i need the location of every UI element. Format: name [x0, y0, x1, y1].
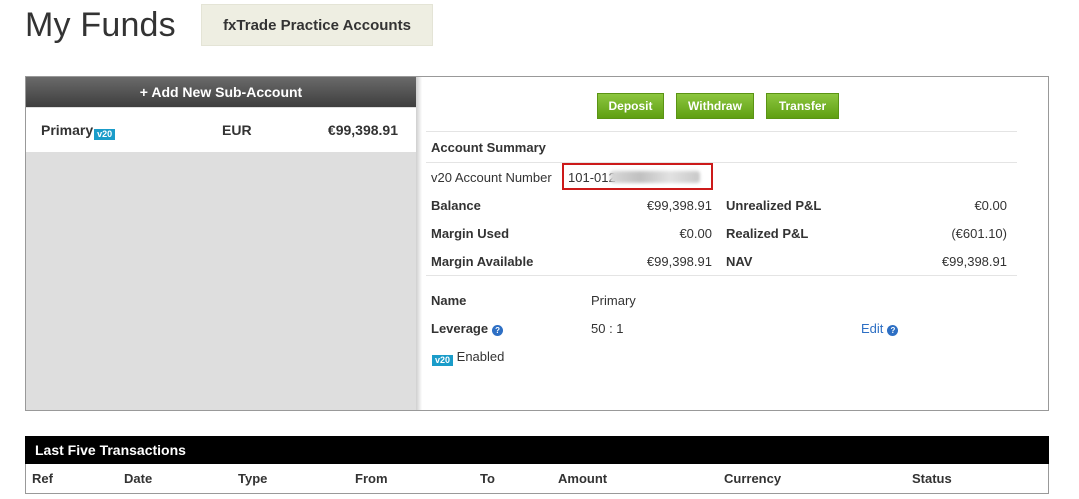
name-value: Primary — [591, 293, 636, 308]
v20-badge-icon: v20 — [432, 355, 454, 366]
column-date: Date — [124, 471, 153, 486]
v20-enabled-status: v20 Enabled — [431, 349, 504, 366]
leverage-label-text: Leverage — [431, 321, 489, 336]
transactions-header-row: Ref Date Type From To Amount Currency St… — [25, 464, 1049, 494]
edit-leverage-link[interactable]: Edit? — [861, 321, 899, 336]
leverage-label: Leverage? — [431, 321, 504, 336]
sub-account-name: Primary v20 — [41, 122, 116, 140]
page-title: My Funds — [25, 6, 176, 44]
account-summary-title: Account Summary — [431, 140, 546, 155]
margin-available-value: €99,398.91 — [646, 254, 712, 269]
practice-accounts-badge: fxTrade Practice Accounts — [201, 4, 433, 46]
leverage-value: 50 : 1 — [591, 321, 624, 336]
realized-pl-value: (€601.10) — [951, 226, 1007, 241]
margin-used-label: Margin Used — [431, 226, 510, 241]
column-from: From — [355, 471, 388, 486]
column-ref: Ref — [32, 471, 53, 486]
transactions-title: Last Five Transactions — [25, 436, 1049, 464]
account-number-highlight: 101-012 — [562, 163, 713, 190]
nav-label: NAV — [726, 254, 753, 269]
margin-used-value: €0.00 — [679, 226, 712, 241]
v20-badge-icon: v20 — [94, 129, 116, 140]
funds-panel: + Add New Sub-Account Primary v20 EUR €99… — [25, 76, 1049, 411]
edit-help-icon[interactable]: ? — [887, 325, 899, 336]
unrealized-pl-label: Unrealized P&L — [726, 198, 822, 213]
unrealized-pl-value: €0.00 — [974, 198, 1007, 213]
column-amount: Amount — [558, 471, 608, 486]
deposit-button[interactable]: Deposit — [597, 93, 664, 119]
withdraw-button[interactable]: Withdraw — [676, 93, 754, 119]
sub-account-name-text: Primary — [41, 122, 94, 138]
balance-label: Balance — [431, 198, 481, 213]
sub-account-list: + Add New Sub-Account Primary v20 EUR €99… — [26, 77, 416, 410]
account-number-redacted — [610, 171, 700, 183]
enabled-label: Enabled — [456, 349, 505, 364]
column-status: Status — [912, 471, 952, 486]
nav-value: €99,398.91 — [941, 254, 1007, 269]
transfer-button[interactable]: Transfer — [766, 93, 839, 119]
leverage-help-icon[interactable]: ? — [492, 325, 504, 336]
balance-value: €99,398.91 — [646, 198, 712, 213]
account-number-label: v20 Account Number — [431, 170, 552, 185]
divider — [426, 131, 1017, 132]
column-type: Type — [238, 471, 268, 486]
margin-available-label: Margin Available — [431, 254, 534, 269]
column-to: To — [480, 471, 495, 486]
divider — [426, 275, 1017, 276]
name-label: Name — [431, 293, 467, 308]
sub-account-row-primary[interactable]: Primary v20 EUR €99,398.91 — [26, 108, 416, 152]
realized-pl-label: Realized P&L — [726, 226, 809, 241]
sub-account-balance: €99,398.91 — [327, 122, 398, 138]
divider — [426, 162, 1017, 163]
add-sub-account-button[interactable]: + Add New Sub-Account — [26, 77, 416, 107]
column-divider — [416, 77, 422, 410]
account-number-value: 101-012 — [568, 170, 616, 185]
edit-link-text[interactable]: Edit — [861, 321, 883, 336]
column-currency: Currency — [724, 471, 782, 486]
sub-account-currency: EUR — [222, 122, 252, 138]
